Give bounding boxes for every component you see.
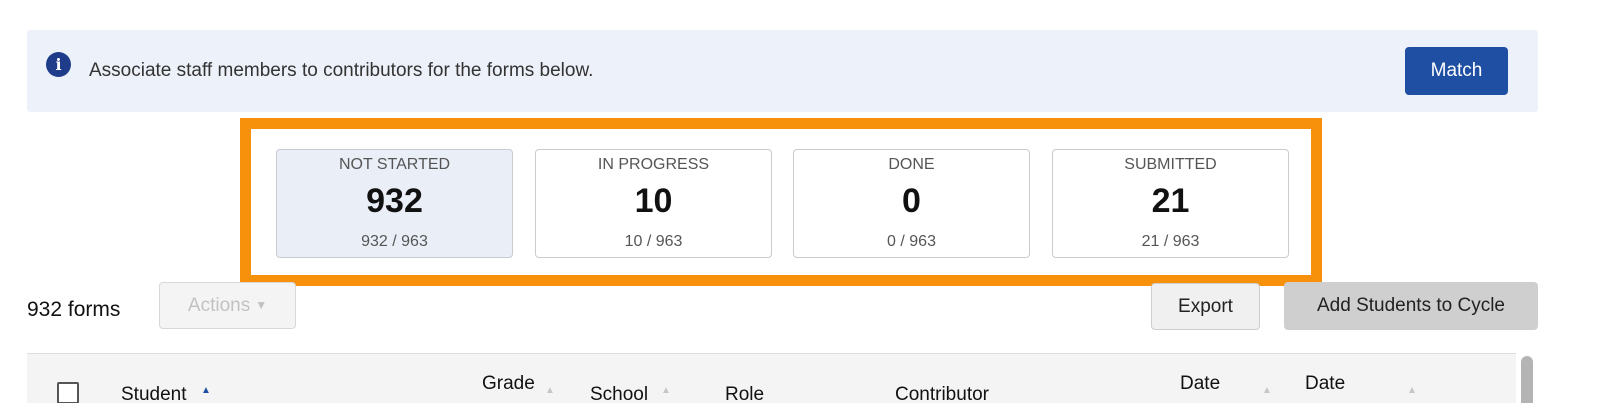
stat-label: DONE	[888, 156, 935, 173]
stat-card-in-progress[interactable]: IN PROGRESS 10 10 / 963	[535, 149, 772, 258]
match-button[interactable]: Match	[1405, 47, 1508, 95]
sort-icon[interactable]: ▲	[661, 385, 671, 396]
column-header-date-2[interactable]: Date	[1305, 373, 1345, 395]
stat-card-not-started[interactable]: NOT STARTED 932 932 / 963	[276, 149, 513, 258]
select-all-checkbox[interactable]	[57, 382, 79, 403]
stat-label: IN PROGRESS	[597, 156, 710, 173]
stat-value: 10	[634, 182, 673, 220]
stat-card-submitted[interactable]: SUBMITTED 21 21 / 963	[1052, 149, 1289, 258]
column-header-contributor: Contributor	[895, 384, 989, 403]
stat-value: 21	[1151, 182, 1190, 220]
vertical-scrollbar[interactable]	[1521, 356, 1533, 403]
column-header-date-1[interactable]: Date	[1180, 373, 1220, 395]
stat-ratio: 932 / 963	[361, 233, 428, 250]
table-header	[27, 353, 1516, 403]
caret-down-icon: ▼	[255, 298, 268, 313]
stat-value: 932	[366, 182, 423, 220]
stat-card-done[interactable]: DONE 0 0 / 963	[793, 149, 1030, 258]
column-header-school[interactable]: School	[590, 384, 648, 403]
column-header-student[interactable]: Student	[121, 384, 187, 403]
stat-label: SUBMITTED	[1124, 156, 1217, 173]
stat-value: 0	[902, 182, 921, 220]
sort-asc-icon[interactable]: ▲	[201, 385, 211, 396]
stat-ratio: 10 / 963	[624, 233, 683, 250]
actions-label: Actions	[187, 294, 251, 316]
export-button[interactable]: Export	[1151, 283, 1260, 330]
add-students-button[interactable]: Add Students to Cycle	[1284, 282, 1538, 330]
stat-label: NOT STARTED	[338, 156, 451, 173]
forms-count: 932 forms	[27, 298, 121, 321]
info-icon: i	[46, 52, 71, 77]
banner-message: Associate staff members to contributors …	[89, 60, 594, 81]
actions-dropdown-button[interactable]: Actions ▼	[159, 282, 296, 329]
sort-icon[interactable]: ▲	[1407, 385, 1417, 396]
stat-ratio: 0 / 963	[887, 233, 936, 250]
column-header-role: Role	[725, 384, 765, 403]
sort-icon[interactable]: ▲	[545, 385, 555, 396]
stat-ratio: 21 / 963	[1141, 233, 1200, 250]
sort-icon[interactable]: ▲	[1262, 385, 1272, 396]
column-header-grade[interactable]: Grade	[482, 373, 535, 395]
